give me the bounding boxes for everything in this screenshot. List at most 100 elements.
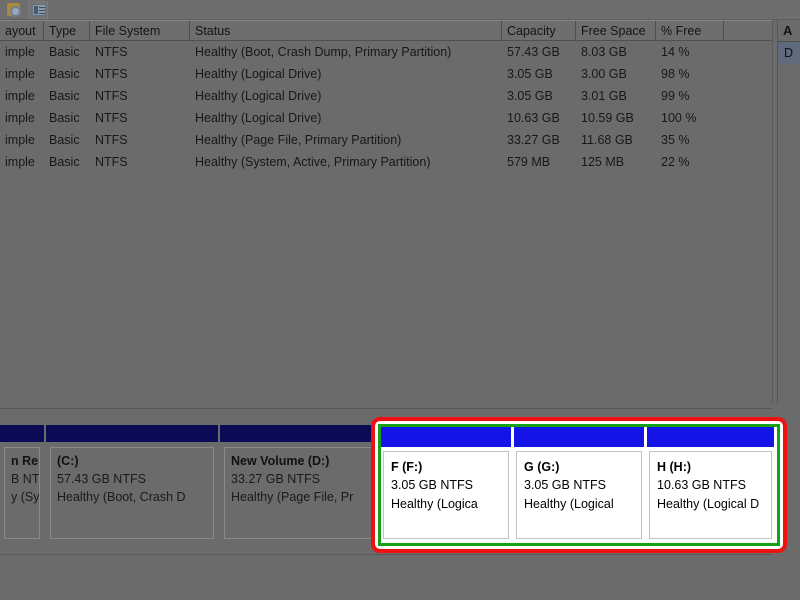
volume-name: New Volume (D:) — [231, 454, 330, 468]
disk-management-window: ayout Type File System Status Capacity F… — [0, 0, 800, 600]
cell-filesystem: NTFS — [95, 111, 128, 125]
cell-type: Basic — [49, 111, 80, 125]
volume-name: H (H:) — [657, 460, 692, 474]
column-header-spacer[interactable] — [724, 21, 772, 40]
cell-status: Healthy (Logical Drive) — [195, 89, 322, 103]
column-header-type[interactable]: Type — [44, 21, 90, 40]
volume-capacity-bar — [514, 427, 644, 447]
cell-capacity: 57.43 GB — [507, 45, 560, 59]
cell-type: Basic — [49, 45, 80, 59]
cell-filesystem: NTFS — [95, 45, 128, 59]
cell-type: Basic — [49, 67, 80, 81]
volume-health: Healthy (Logical — [524, 497, 614, 511]
cell-layout: imple — [5, 111, 35, 125]
volume-health: Healthy (Page File, Pr — [231, 490, 354, 504]
volume-health: Healthy (Boot, Crash D — [57, 490, 186, 504]
volume-health: Healthy (Logica — [391, 497, 478, 511]
cell-pfree: 35 % — [661, 133, 690, 147]
volume-size: B NTF — [11, 472, 40, 486]
volume-info: New Volume (D:) 33.27 GB NTFS Healthy (Pag… — [224, 447, 388, 539]
actions-pane: A D — [777, 20, 800, 404]
table-row[interactable]: imple Basic NTFS Healthy (Logical Drive) 3.0… — [0, 63, 772, 85]
cell-status: Healthy (Page File, Primary Partition) — [195, 133, 402, 147]
cell-capacity: 33.27 GB — [507, 133, 560, 147]
cell-status: Healthy (Logical Drive) — [195, 111, 322, 125]
cell-layout: imple — [5, 155, 35, 169]
properties-icon[interactable] — [28, 0, 48, 19]
cell-status: Healthy (System, Active, Primary Partiti… — [195, 155, 431, 169]
volume-capacity-bar — [0, 425, 44, 443]
volume-size: 33.27 GB NTFS — [231, 472, 320, 486]
highlighted-volume-block[interactable]: H (H:) 10.63 GB NTFS Healthy (Logical D — [647, 427, 775, 543]
cell-free: 10.59 GB — [581, 111, 634, 125]
window-bottom-area — [0, 555, 800, 600]
volume-name: F (F:) — [391, 460, 423, 474]
disk-volume-block[interactable]: New Volume (D:) 33.27 GB NTFS Healthy (Pag… — [220, 425, 392, 553]
column-header-status[interactable]: Status — [190, 21, 502, 40]
volume-info: (C:) 57.43 GB NTFS Healthy (Boot, Crash D — [50, 447, 214, 539]
actions-pane-selected-item[interactable]: D — [778, 42, 800, 64]
cell-pfree: 22 % — [661, 155, 690, 169]
cell-type: Basic — [49, 155, 80, 169]
cell-filesystem: NTFS — [95, 155, 128, 169]
volume-info: n Res B NTF y (Sys — [4, 447, 40, 539]
column-header-percent-free[interactable]: % Free — [656, 21, 724, 40]
table-row[interactable]: imple Basic NTFS Healthy (Boot, Crash Dump,… — [0, 41, 772, 63]
cell-free: 8.03 GB — [581, 45, 627, 59]
volume-list-table: ayout Type File System Status Capacity F… — [0, 20, 772, 404]
volume-info: G (G:) 3.05 GB NTFS Healthy (Logical — [516, 451, 642, 539]
cell-filesystem: NTFS — [95, 89, 128, 103]
cell-pfree: 100 % — [661, 111, 697, 125]
actions-pane-title: A — [778, 20, 800, 42]
cell-layout: imple — [5, 45, 35, 59]
cell-layout: imple — [5, 67, 35, 81]
cell-pfree: 14 % — [661, 45, 690, 59]
disk-volume-block[interactable]: (C:) 57.43 GB NTFS Healthy (Boot, Crash D — [46, 425, 218, 553]
magnifier-icon[interactable] — [4, 1, 24, 19]
column-header-file-system[interactable]: File System — [90, 21, 190, 40]
volume-info: H (H:) 10.63 GB NTFS Healthy (Logical D — [649, 451, 773, 539]
column-header-free-space[interactable]: Free Space — [576, 21, 656, 40]
cell-capacity: 10.63 GB — [507, 111, 560, 125]
volume-info: F (F:) 3.05 GB NTFS Healthy (Logica — [383, 451, 509, 539]
cell-free: 11.68 GB — [581, 133, 633, 147]
volume-name: G (G:) — [524, 460, 560, 474]
cell-capacity: 579 MB — [507, 155, 551, 169]
cell-layout: imple — [5, 89, 35, 103]
table-row[interactable]: imple Basic NTFS Healthy (System, Active, P… — [0, 151, 772, 173]
cell-status: Healthy (Logical Drive) — [195, 67, 322, 81]
volume-name: (C:) — [57, 454, 79, 468]
cell-type: Basic — [49, 133, 80, 147]
cell-free: 125 MB — [581, 155, 625, 169]
volume-capacity-bar — [381, 427, 511, 447]
highlighted-volume-block[interactable]: F (F:) 3.05 GB NTFS Healthy (Logica — [381, 427, 511, 543]
cell-filesystem: NTFS — [95, 133, 128, 147]
cell-type: Basic — [49, 89, 80, 103]
volume-health: Healthy (Logical D — [657, 497, 760, 511]
cell-capacity: 3.05 GB — [507, 67, 553, 81]
table-header-row: ayout Type File System Status Capacity F… — [0, 20, 772, 41]
volume-size: 3.05 GB NTFS — [524, 478, 606, 492]
volume-capacity-bar — [46, 425, 218, 443]
disk-volume-block[interactable]: n Res B NTF y (Sys — [0, 425, 44, 553]
cell-free: 3.01 GB — [581, 89, 627, 103]
highlighted-volume-group: F (F:) 3.05 GB NTFS Healthy (Logica G (G:) 3… — [381, 427, 777, 543]
cell-layout: imple — [5, 133, 35, 147]
volume-capacity-bar — [647, 427, 775, 447]
column-header-capacity[interactable]: Capacity — [502, 21, 576, 40]
table-row[interactable]: imple Basic NTFS Healthy (Page File, Primar… — [0, 129, 772, 151]
volume-size: 3.05 GB NTFS — [391, 478, 473, 492]
cell-free: 3.00 GB — [581, 67, 627, 81]
highlighted-volume-block[interactable]: G (G:) 3.05 GB NTFS Healthy (Logical — [514, 427, 644, 543]
cell-capacity: 3.05 GB — [507, 89, 553, 103]
volume-capacity-bar — [220, 425, 392, 443]
volume-size: 10.63 GB NTFS — [657, 478, 746, 492]
column-header-layout[interactable]: ayout — [0, 21, 44, 40]
table-row[interactable]: imple Basic NTFS Healthy (Logical Drive) 3.0… — [0, 85, 772, 107]
disk-view-separator — [0, 408, 772, 409]
table-row[interactable]: imple Basic NTFS Healthy (Logical Drive) 10.… — [0, 107, 772, 129]
toolbar — [0, 0, 800, 20]
volume-name: n Res — [11, 454, 39, 468]
cell-status: Healthy (Boot, Crash Dump, Primary Parti… — [195, 45, 452, 59]
volume-health: y (Sys — [11, 490, 40, 504]
